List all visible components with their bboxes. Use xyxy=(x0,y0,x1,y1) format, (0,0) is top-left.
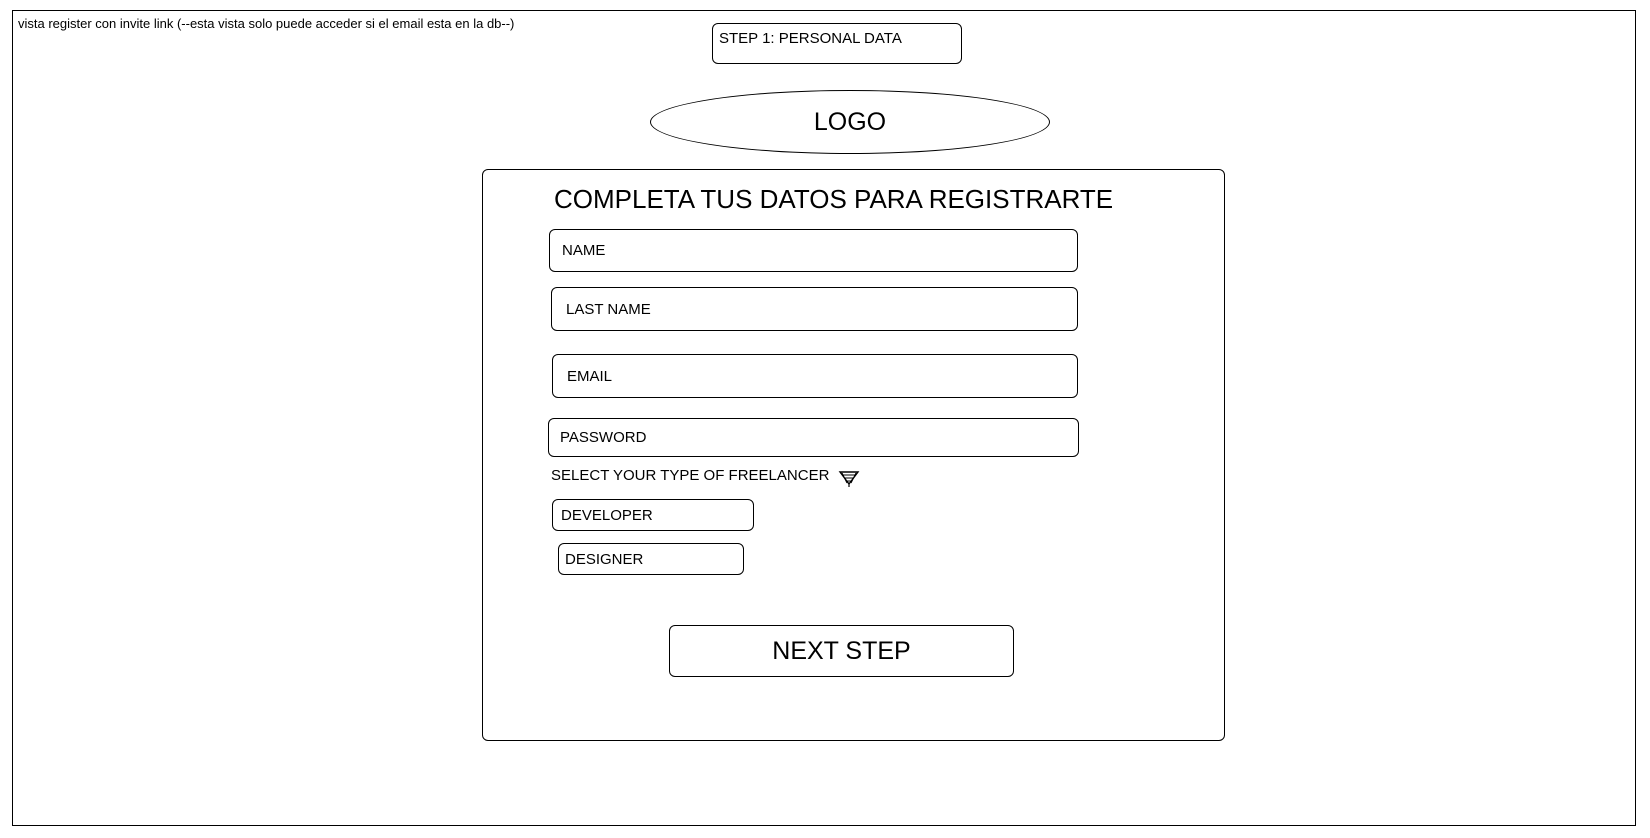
logo-label: LOGO xyxy=(813,107,887,136)
last-name-placeholder: LAST NAME xyxy=(566,300,651,318)
name-input[interactable]: NAME xyxy=(549,229,1078,272)
step-indicator: STEP 1: PERSONAL DATA xyxy=(712,23,962,64)
last-name-input[interactable]: LAST NAME xyxy=(551,287,1078,331)
option-developer-label: DEVELOPER xyxy=(561,506,653,524)
email-placeholder: EMAIL xyxy=(567,367,613,385)
password-input[interactable]: PASSWORD xyxy=(548,418,1079,457)
freelancer-select-label: SELECT YOUR TYPE OF FREELANCER xyxy=(551,467,830,484)
next-step-button[interactable]: NEXT STEP xyxy=(669,625,1014,677)
logo: LOGO xyxy=(650,90,1050,154)
email-input[interactable]: EMAIL xyxy=(552,354,1078,398)
form-title: COMPLETA TUS DATOS PARA REGISTRARTE xyxy=(554,184,1114,214)
option-designer[interactable]: DESIGNER xyxy=(558,543,744,575)
name-placeholder: NAME xyxy=(562,242,606,259)
frame-caption: vista register con invite link (--esta v… xyxy=(18,16,515,31)
option-developer[interactable]: DEVELOPER xyxy=(552,499,754,531)
next-step-label: NEXT STEP xyxy=(772,636,911,665)
option-designer-label: DESIGNER xyxy=(565,550,644,568)
chevron-down-icon[interactable] xyxy=(838,469,860,489)
password-placeholder: PASSWORD xyxy=(560,429,647,446)
